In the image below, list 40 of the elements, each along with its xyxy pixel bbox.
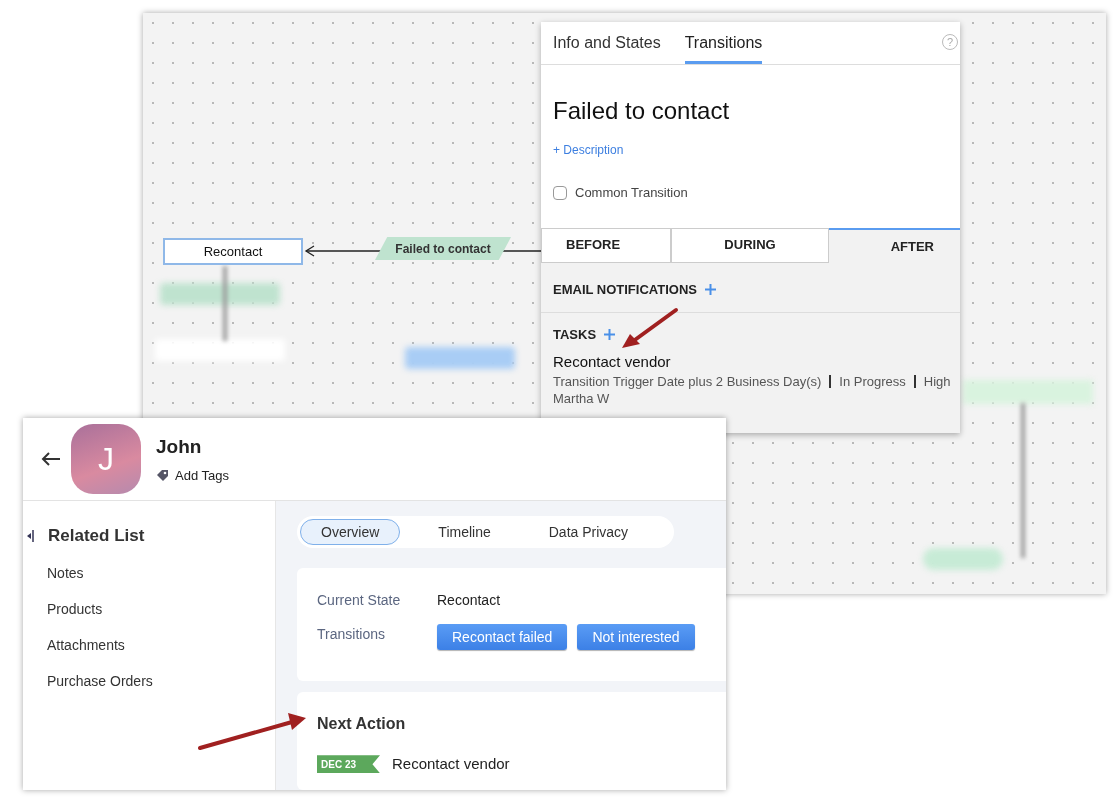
date-tag: DEC 23 bbox=[317, 755, 380, 774]
sidebar-item[interactable]: Products bbox=[47, 598, 103, 620]
add-tags-button[interactable]: Add Tags bbox=[156, 466, 229, 486]
view-tab[interactable]: Overview bbox=[300, 519, 401, 545]
next-action-task: Recontact vendor bbox=[392, 754, 510, 774]
avatar: J bbox=[71, 424, 141, 494]
section-heading: EMAIL NOTIFICATIONS bbox=[553, 280, 697, 299]
sidebar-item[interactable]: Notes bbox=[47, 562, 84, 584]
contact-name: John bbox=[156, 434, 203, 459]
sidebar-item[interactable]: Attachments bbox=[47, 634, 125, 656]
field-label: Transitions bbox=[317, 625, 386, 644]
phase-tab[interactable]: BEFORE bbox=[541, 227, 671, 263]
back-arrow-icon[interactable] bbox=[41, 451, 61, 467]
transition-label: Failed to contact bbox=[375, 237, 511, 260]
phase-tab[interactable]: DURING bbox=[671, 227, 829, 263]
sidebar-heading: Related List bbox=[48, 525, 145, 547]
add-icon[interactable] bbox=[704, 284, 716, 295]
panel-title: Failed to contact bbox=[552, 96, 731, 126]
state-node: Recontact bbox=[163, 238, 303, 265]
field-label: Current State bbox=[317, 591, 402, 610]
add-icon[interactable] bbox=[604, 328, 616, 340]
checkbox-label: Common Transition bbox=[575, 184, 688, 202]
description-link[interactable]: + Description bbox=[553, 141, 624, 159]
field-value: Recontact bbox=[437, 591, 501, 610]
task-detail: In Progress bbox=[839, 373, 906, 390]
panel-tab[interactable]: Info and States bbox=[553, 21, 661, 64]
task-title: Recontact vendor bbox=[552, 352, 672, 372]
phase-tab[interactable]: AFTER bbox=[829, 227, 960, 263]
collapse-icon[interactable] bbox=[27, 528, 34, 543]
section-heading: TASKS bbox=[553, 325, 597, 344]
panel-tab[interactable]: Transitions bbox=[684, 21, 763, 64]
sidebar-item[interactable]: Purchase Orders bbox=[47, 670, 153, 692]
card-title: Next Action bbox=[317, 714, 407, 734]
tag-icon bbox=[156, 469, 169, 483]
view-tab[interactable]: Data Privacy bbox=[528, 519, 649, 545]
task-detail: High bbox=[923, 373, 951, 390]
view-tab[interactable]: Timeline bbox=[418, 519, 511, 545]
task-detail: Transition Trigger Date plus 2 Business Day(s) bbox=[553, 373, 822, 390]
checkbox[interactable] bbox=[553, 185, 567, 200]
task-owner: Martha W bbox=[552, 390, 611, 407]
